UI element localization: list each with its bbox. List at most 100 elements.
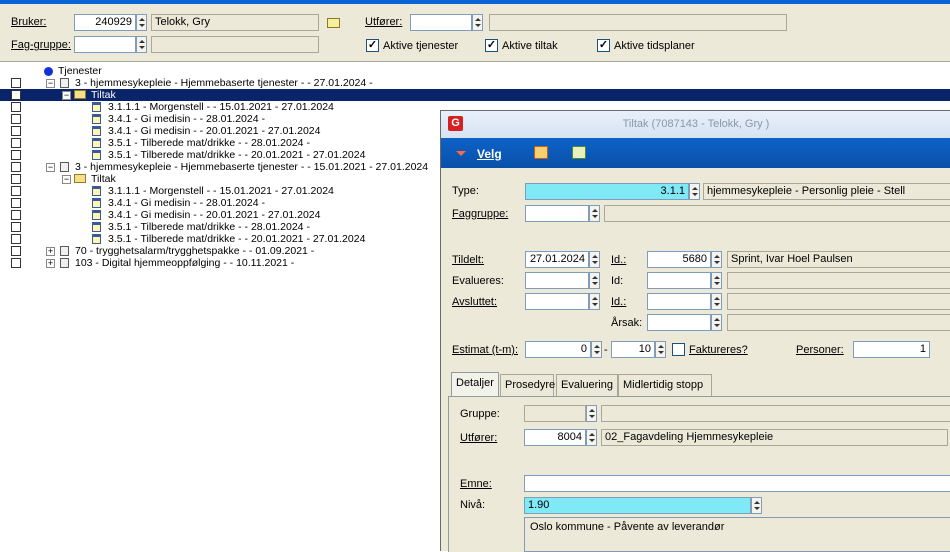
row-checkbox[interactable] xyxy=(11,126,21,136)
expand-icon[interactable]: + xyxy=(46,247,55,256)
type-code-field[interactable]: 3.1.1 xyxy=(525,183,689,200)
row-checkbox[interactable] xyxy=(11,90,21,100)
row-checkbox[interactable] xyxy=(11,210,21,220)
tree-root-label: Tjenester xyxy=(58,65,102,77)
niva-field[interactable]: 1.90 xyxy=(524,497,751,514)
tildelt-id-label: Id.: xyxy=(611,254,627,266)
faggruppe-field[interactable] xyxy=(525,205,589,222)
avsluttet-date-field[interactable] xyxy=(525,293,589,310)
filter-panel: Bruker: 240929 Telokk, Gry Fag-gruppe: U… xyxy=(0,4,950,62)
collapse-icon[interactable]: − xyxy=(62,91,71,100)
faggruppe-spinner[interactable] xyxy=(589,205,600,222)
velg-menu[interactable]: Velg xyxy=(477,147,502,161)
row-checkbox[interactable] xyxy=(11,258,21,268)
row-checkbox[interactable] xyxy=(11,246,21,256)
gruppe-spinner[interactable] xyxy=(586,405,597,422)
tildelt-id-field[interactable]: 5680 xyxy=(647,251,711,268)
estimat-hours-field[interactable]: 0 xyxy=(525,341,591,358)
row-checkbox[interactable] xyxy=(11,102,21,112)
personer-field[interactable]: 1 xyxy=(853,341,930,358)
estimat-hours-spinner[interactable] xyxy=(591,341,602,358)
tab-detaljer[interactable]: Detaljer xyxy=(451,372,499,396)
aktive-tjenester-checkbox[interactable]: ✓ xyxy=(366,39,379,52)
row-checkbox[interactable] xyxy=(11,162,21,172)
tildelt-date-field[interactable]: 27.01.2024 xyxy=(525,251,589,268)
avsluttet-id-field[interactable] xyxy=(647,293,711,310)
utforer-name-field xyxy=(489,14,787,31)
tree-row-label: 3.4.1 - Gi medisin - - 28.01.2024 - xyxy=(108,197,265,209)
avsluttet-spinner[interactable] xyxy=(589,293,600,310)
tab-evaluering[interactable]: Evaluering xyxy=(556,374,618,396)
row-checkbox[interactable] xyxy=(11,114,21,124)
plan-icon xyxy=(92,102,101,112)
evalueres-date-field[interactable] xyxy=(525,272,589,289)
plan-icon xyxy=(92,234,101,244)
tree-row[interactable]: − 3 - hjemmesykepleie - Hjemmebaserte tj… xyxy=(0,77,950,89)
evalueres-spinner[interactable] xyxy=(589,272,600,289)
approve-icon[interactable] xyxy=(572,146,586,159)
aktive-tidsplaner-label: Aktive tidsplaner xyxy=(614,40,695,52)
bruker-label: Bruker: xyxy=(11,16,47,28)
estimat-minutes-spinner[interactable] xyxy=(655,341,666,358)
emne-field[interactable] xyxy=(524,475,950,492)
plan-icon xyxy=(92,138,101,148)
tildelt-spinner[interactable] xyxy=(589,251,600,268)
faktureres-checkbox[interactable] xyxy=(672,343,685,356)
row-checkbox[interactable] xyxy=(11,150,21,160)
tiltak-dialog: G Tiltak (7087143 - Telokk, Gry ) Velg T… xyxy=(440,110,950,552)
dialog-titlebar[interactable]: G Tiltak (7087143 - Telokk, Gry ) xyxy=(441,111,950,138)
plan-icon xyxy=(92,114,101,124)
book-icon[interactable] xyxy=(534,146,548,159)
type-spinner[interactable] xyxy=(689,183,700,200)
estimat-minutes-field[interactable]: 10 xyxy=(611,341,655,358)
envelope-icon[interactable] xyxy=(327,18,340,28)
expand-icon[interactable]: + xyxy=(46,259,55,268)
evalueres-id-field[interactable] xyxy=(647,272,711,289)
folder-icon xyxy=(74,174,86,183)
tildelt-id-spinner[interactable] xyxy=(711,251,722,268)
arsak-field[interactable] xyxy=(647,314,711,331)
tab-prosedyre[interactable]: Prosedyre xyxy=(500,374,555,396)
niva-spinner[interactable] xyxy=(751,497,762,514)
row-checkbox[interactable] xyxy=(11,186,21,196)
tree-row-label: 3.4.1 - Gi medisin - - 20.01.2021 - 27.0… xyxy=(108,125,321,137)
tree-row-label: 3 - hjemmesykepleie - Hjemmebaserte tjen… xyxy=(75,77,373,89)
collapse-icon[interactable]: − xyxy=(46,79,55,88)
row-checkbox[interactable] xyxy=(11,222,21,232)
utforer-spinner[interactable] xyxy=(586,429,597,446)
row-checkbox[interactable] xyxy=(11,78,21,88)
collapse-icon[interactable]: − xyxy=(46,163,55,172)
type-name-field: hjemmesykepleie - Personlig pleie - Stel… xyxy=(703,183,950,200)
row-checkbox[interactable] xyxy=(11,138,21,148)
bruker-spinner[interactable] xyxy=(136,14,147,31)
faggruppe-field[interactable] xyxy=(74,36,136,53)
tree-row-selected[interactable]: − Tiltak xyxy=(0,89,950,101)
tree-root[interactable]: Tjenester xyxy=(0,65,950,77)
estimat-dash: - xyxy=(604,344,608,356)
dropdown-arrow-icon[interactable] xyxy=(456,151,466,156)
tree-row-label: 3.1.1.1 - Morgenstell - - 15.01.2021 - 2… xyxy=(108,101,334,113)
utforer-id-field[interactable]: 8004 xyxy=(524,429,586,446)
row-checkbox[interactable] xyxy=(11,234,21,244)
evalueres-label: Evalueres: xyxy=(452,275,504,287)
personer-label: Personer: xyxy=(796,344,844,356)
avsluttet-id-spinner[interactable] xyxy=(711,293,722,310)
estimat-label: Estimat (t-m): xyxy=(452,344,518,356)
tab-midlertidig-stopp[interactable]: Midlertidig stopp xyxy=(618,374,712,396)
aktive-tjenester-label: Aktive tjenester xyxy=(383,40,459,52)
arsak-spinner[interactable] xyxy=(711,314,722,331)
collapse-icon[interactable]: − xyxy=(62,175,71,184)
evalueres-id-spinner[interactable] xyxy=(711,272,722,289)
note-textarea[interactable]: Oslo kommune - Påvente av leverandør xyxy=(524,517,950,552)
aktive-tidsplaner-checkbox[interactable]: ✓ xyxy=(597,39,610,52)
bruker-id-field[interactable]: 240929 xyxy=(74,14,136,31)
service-icon xyxy=(60,258,69,268)
tree-row-label: 3 - hjemmesykepleie - Hjemmebaserte tjen… xyxy=(75,161,429,173)
faggruppe-spinner[interactable] xyxy=(136,36,147,53)
aktive-tiltak-checkbox[interactable]: ✓ xyxy=(485,39,498,52)
row-checkbox[interactable] xyxy=(11,198,21,208)
row-checkbox[interactable] xyxy=(11,174,21,184)
utforer-spinner[interactable] xyxy=(472,14,483,31)
utforer-field[interactable] xyxy=(410,14,472,31)
tree-row-label: 3.5.1 - Tilberede mat/drikke - - 20.01.2… xyxy=(108,233,366,245)
